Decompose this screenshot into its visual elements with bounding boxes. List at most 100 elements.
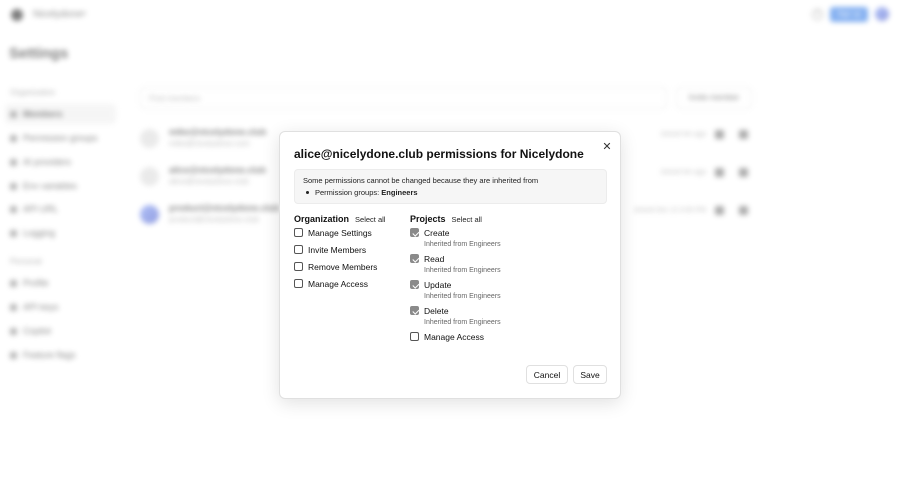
users-icon (10, 110, 17, 118)
member-email: mike@nicelydone.com (169, 139, 250, 148)
checkbox-checked[interactable] (410, 254, 419, 263)
close-icon[interactable]: ✕ (601, 141, 613, 153)
member-joined: Joined Dec 12 4:00 PM (633, 207, 706, 214)
perm-label: Manage Access (424, 332, 485, 342)
avatar (140, 167, 159, 186)
permissions-icon[interactable] (715, 206, 724, 215)
cancel-button[interactable]: Cancel (526, 365, 568, 384)
perm-label: Invite Members (308, 245, 367, 255)
checkbox[interactable] (294, 262, 303, 271)
perm-update[interactable]: Update Inherited from Engineers (410, 280, 501, 300)
avatar (140, 205, 159, 224)
perm-manage-access-projects[interactable]: Manage Access (410, 332, 501, 343)
permissions-icon[interactable] (715, 130, 724, 139)
perm-label: Update (424, 280, 452, 290)
sidebar-item-label: Permission groups (23, 133, 98, 143)
perm-label: Delete (424, 306, 449, 316)
sidebar-item-members[interactable]: Members (5, 104, 116, 124)
perm-label: Manage Settings (308, 228, 372, 238)
sidebar-item-label: Feature flags (23, 350, 76, 360)
save-button[interactable]: Save (573, 365, 607, 384)
sidebar-item-api-keys[interactable]: API keys (5, 297, 116, 317)
dialog-title: alice@nicelydone.club permissions for Ni… (294, 147, 584, 161)
sidebar-item-label: Logging (23, 228, 56, 238)
projects-select-all[interactable]: Select all (452, 215, 482, 224)
perm-inherited-note: Inherited from Engineers (424, 241, 501, 248)
org-logo-icon[interactable] (11, 9, 23, 21)
sidebar-item-feature-flags[interactable]: Feature flags (5, 345, 116, 365)
perm-inherited-note: Inherited from Engineers (424, 293, 501, 300)
sparkle-icon (10, 158, 17, 166)
perm-create[interactable]: Create Inherited from Engineers (410, 228, 501, 248)
checkbox-checked[interactable] (410, 280, 419, 289)
notice-groups-prefix: Permission groups: (315, 188, 382, 197)
checkbox[interactable] (294, 245, 303, 254)
signup-button[interactable]: Sign up (830, 7, 868, 22)
notice-groups-value: Engineers (381, 188, 418, 197)
member-joined: Joined 4m ago (660, 169, 706, 176)
find-members-input[interactable]: Find members (140, 87, 667, 109)
checkbox[interactable] (294, 279, 303, 288)
remove-member-icon[interactable] (739, 130, 748, 139)
user-avatar[interactable] (875, 7, 889, 21)
link-icon (10, 205, 17, 213)
remove-member-icon[interactable] (739, 206, 748, 215)
copilot-icon (10, 327, 17, 335)
perm-inherited-note: Inherited from Engineers (424, 267, 501, 274)
sidebar-item-label: AI providers (23, 157, 72, 167)
chevron-down-icon[interactable]: ▾ (82, 9, 86, 18)
checkbox-checked[interactable] (410, 228, 419, 237)
sidebar-section-personal: Personal (10, 257, 42, 266)
sidebar-item-env-variables[interactable]: Env variables (5, 176, 116, 196)
flag-icon (10, 351, 17, 359)
perm-delete[interactable]: Delete Inherited from Engineers (410, 306, 501, 326)
sidebar-item-label: Members (23, 109, 63, 119)
page-title: Settings (9, 45, 69, 62)
checkbox[interactable] (410, 332, 419, 341)
sidebar-section-organization: Organization (10, 88, 56, 97)
key-icon (10, 303, 17, 311)
document-icon (10, 229, 17, 237)
perm-manage-settings[interactable]: Manage Settings (294, 228, 385, 239)
organization-permissions: Organization Select all Manage Settings … (294, 214, 385, 290)
org-switcher[interactable]: Nicelydone (33, 9, 82, 20)
code-icon (10, 182, 17, 190)
checkbox-checked[interactable] (410, 306, 419, 315)
notice-groups: Permission groups: Engineers (303, 188, 598, 197)
sidebar-item-copilot[interactable]: Copilot (5, 321, 116, 341)
projects-permissions: Projects Select all Create Inherited fro… (410, 214, 501, 343)
member-email: alice@nicelydone.club (169, 177, 249, 186)
perm-invite-members[interactable]: Invite Members (294, 245, 385, 256)
perm-remove-members[interactable]: Remove Members (294, 262, 385, 273)
perm-manage-access-org[interactable]: Manage Access (294, 279, 385, 290)
perm-label: Create (424, 228, 450, 238)
sidebar-item-label: API URL (23, 204, 59, 214)
shield-icon (10, 134, 17, 142)
permissions-icon[interactable] (715, 168, 724, 177)
checkbox[interactable] (294, 228, 303, 237)
top-bar: Nicelydone ▾ ? Sign up (0, 0, 900, 30)
inherited-notice: Some permissions cannot be changed becau… (294, 169, 607, 204)
sidebar-item-profile[interactable]: Profile (5, 273, 116, 293)
sidebar-item-permission-groups[interactable]: Permission groups (5, 128, 116, 148)
perm-label: Remove Members (308, 262, 378, 272)
avatar (140, 129, 159, 148)
perm-label: Read (424, 254, 445, 264)
organization-select-all[interactable]: Select all (355, 215, 385, 224)
sidebar-item-api-url[interactable]: API URL (5, 199, 116, 219)
member-name: product@nicelydone.club (169, 203, 280, 213)
sidebar-item-label: API keys (23, 302, 59, 312)
sidebar-item-label: Copilot (23, 326, 52, 336)
sidebar-item-ai-providers[interactable]: AI providers (5, 152, 116, 172)
permissions-dialog: alice@nicelydone.club permissions for Ni… (279, 131, 621, 399)
remove-member-icon[interactable] (739, 168, 748, 177)
help-icon[interactable]: ? (812, 9, 823, 20)
sidebar-item-logging[interactable]: Logging (5, 223, 116, 243)
member-joined: Joined 4m ago (660, 131, 706, 138)
user-icon (10, 279, 17, 287)
perm-read[interactable]: Read Inherited from Engineers (410, 254, 501, 274)
sidebar-item-label: Env variables (23, 181, 78, 191)
organization-heading: Organization (294, 214, 350, 224)
invite-member-button[interactable]: Invite member (676, 87, 752, 109)
notice-text: Some permissions cannot be changed becau… (303, 176, 539, 185)
